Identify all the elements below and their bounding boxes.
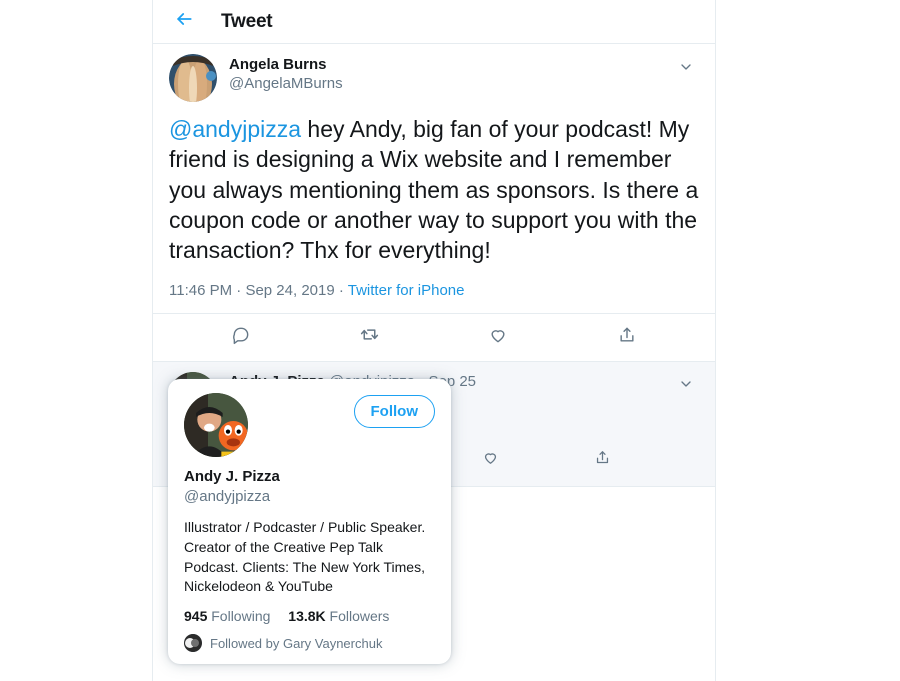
main-tweet: Angela Burns @AngelaMBurns @andyjpizza h… xyxy=(153,44,715,313)
like-button[interactable] xyxy=(480,319,516,355)
author-handle[interactable]: @AngelaMBurns xyxy=(229,75,673,94)
chevron-down-icon xyxy=(678,59,694,80)
avatar[interactable] xyxy=(184,393,248,457)
like-icon xyxy=(488,325,508,350)
hover-card-stats: 945 Following 13.8K Followers xyxy=(184,608,435,624)
tweet-mention-link[interactable]: @andyjpizza xyxy=(169,116,301,142)
chevron-down-icon xyxy=(678,376,694,397)
tweet-author-names: Angela Burns @AngelaMBurns xyxy=(229,54,673,94)
reply-icon xyxy=(231,325,251,350)
hover-card-handle[interactable]: @andyjpizza xyxy=(184,487,435,507)
like-icon xyxy=(482,449,499,471)
hover-card-bio: Illustrator / Podcaster / Public Speaker… xyxy=(184,518,435,598)
follow-button[interactable]: Follow xyxy=(354,395,436,428)
tweet-body-text: @andyjpizza hey Andy, big fan of your po… xyxy=(169,114,699,266)
retweet-button[interactable] xyxy=(352,319,388,355)
meta-separator-1: · xyxy=(236,282,241,299)
reply-more-button[interactable] xyxy=(673,374,699,400)
followed-by-text: Followed by Gary Vaynerchuk xyxy=(210,636,382,651)
following-label: Following xyxy=(211,608,270,624)
tweet-source-link[interactable]: Twitter for iPhone xyxy=(348,282,465,299)
following-stat[interactable]: 945 Following xyxy=(184,608,270,624)
author-display-name[interactable]: Angela Burns xyxy=(229,56,673,75)
page-header: Tweet xyxy=(153,0,715,44)
avatar[interactable] xyxy=(169,54,217,102)
back-button[interactable] xyxy=(167,5,201,39)
followers-count: 13.8K xyxy=(288,608,325,624)
tweet-date: Sep 24, 2019 xyxy=(245,282,334,299)
followers-stat[interactable]: 13.8K Followers xyxy=(288,608,389,624)
tweet-time: 11:46 PM xyxy=(169,282,232,299)
avatar-image xyxy=(169,54,217,102)
share-icon xyxy=(617,325,637,350)
like-button[interactable] xyxy=(472,442,508,478)
share-icon xyxy=(594,449,611,471)
page-title: Tweet xyxy=(221,11,272,33)
share-button[interactable] xyxy=(585,442,621,478)
reply-button[interactable] xyxy=(223,319,259,355)
following-count: 945 xyxy=(184,608,207,624)
avatar xyxy=(184,634,202,652)
hover-card-top-row: Follow xyxy=(184,393,435,457)
tweet-author-row: Angela Burns @AngelaMBurns xyxy=(169,54,699,102)
tweet-metadata: 11:46 PM · Sep 24, 2019 · Twitter for iP… xyxy=(169,282,699,313)
followers-label: Followers xyxy=(330,608,390,624)
retweet-icon xyxy=(359,324,380,350)
tweet-more-button[interactable] xyxy=(673,56,699,82)
avatar-image xyxy=(184,634,202,652)
profile-hover-card: Follow Andy J. Pizza @andyjpizza Illustr… xyxy=(168,379,451,664)
avatar-image xyxy=(184,393,248,457)
hover-card-display-name[interactable]: Andy J. Pizza xyxy=(184,467,435,487)
meta-separator-2: · xyxy=(339,282,344,299)
share-button[interactable] xyxy=(609,319,645,355)
tweet-action-bar xyxy=(153,313,715,361)
followed-by-row[interactable]: Followed by Gary Vaynerchuk xyxy=(184,634,435,652)
arrow-left-icon xyxy=(174,9,194,34)
